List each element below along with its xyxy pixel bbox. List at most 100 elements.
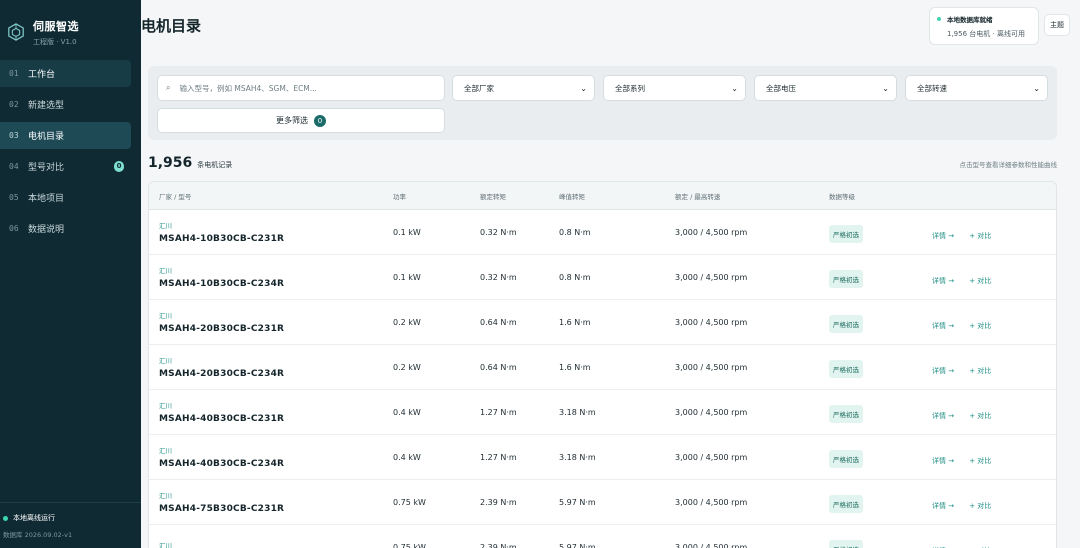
row-detail-link[interactable]: 详情 →	[932, 277, 954, 285]
row-power: 0.1 kW	[393, 272, 421, 282]
result-count: 1,956	[148, 155, 193, 171]
row-maker: 汇川	[159, 402, 172, 410]
row-model-link[interactable]: MSAH4-10B30CB-C231R	[159, 234, 393, 244]
row-detail-link[interactable]: 详情 →	[932, 502, 954, 510]
col-header-speed: 额定 / 最高转速	[675, 192, 721, 201]
row-peak-torque: 0.8 N·m	[559, 272, 591, 282]
maker-select[interactable]: 全部厂家 ⌄	[452, 75, 595, 101]
sidebar-item-local-projects[interactable]: 05 本地项目	[0, 184, 131, 211]
table-row[interactable]: 汇川 MSAH4-40B30CB-C231R 0.4 kW 1.27 N·m 3…	[149, 390, 1056, 435]
result-summary: 1,956 条电机记录 点击型号查看详细参数和性能曲线	[148, 155, 1057, 171]
row-speed: 3,000 / 4,500 rpm	[675, 362, 748, 372]
row-grade-badge: 严格初选	[829, 269, 863, 288]
row-detail-link[interactable]: 详情 →	[932, 322, 954, 330]
result-hint: 点击型号查看详细参数和性能曲线	[959, 161, 1058, 169]
row-speed: 3,000 / 4,500 rpm	[675, 227, 748, 237]
sidebar-item-workbench[interactable]: 01 工作台	[0, 60, 131, 87]
row-compare-link[interactable]: + 对比	[969, 457, 991, 465]
row-maker: 汇川	[159, 312, 172, 320]
row-detail-link[interactable]: 详情 →	[932, 457, 954, 465]
row-detail-link[interactable]: 详情 →	[932, 232, 954, 240]
sidebar-item-motor-catalog[interactable]: 03 电机目录	[0, 122, 131, 149]
row-maker: 汇川	[159, 542, 172, 548]
main-content: 电机目录 本地数据库就绪 1,956 台电机 · 离线可用 主题 ⌕ 全部厂家 …	[141, 0, 1080, 548]
row-model-link[interactable]: MSAH4-10B30CB-C234R	[159, 279, 393, 289]
brand-subtitle: 工程版 · V1.0	[33, 37, 77, 46]
col-header-grade: 数据等级	[829, 192, 855, 201]
offline-status: 本地离线运行	[3, 513, 141, 523]
row-peak-torque: 0.8 N·m	[559, 227, 591, 237]
status-dot-icon	[937, 17, 941, 21]
row-model-link[interactable]: MSAH4-40B30CB-C234R	[159, 459, 393, 469]
more-filters-button[interactable]: 更多筛选 0	[157, 108, 445, 133]
row-power: 0.75 kW	[393, 542, 426, 548]
col-header-rated-torque: 额定转矩	[480, 192, 506, 201]
table-row[interactable]: 汇川 MSAH4-20B30CB-C234R 0.2 kW 0.64 N·m 1…	[149, 345, 1056, 390]
row-rated-torque: 0.32 N·m	[480, 272, 517, 282]
sidebar-nav: 01 工作台 02 新建选型 03 电机目录 04 型号对比 0 05 本地项目…	[0, 60, 141, 242]
row-speed: 3,000 / 4,500 rpm	[675, 497, 748, 507]
chevron-down-icon: ⌄	[882, 83, 889, 93]
row-peak-torque: 3.18 N·m	[559, 407, 596, 417]
sidebar: 伺服智选 工程版 · V1.0 01 工作台 02 新建选型 03 电机目录 0…	[0, 0, 141, 548]
row-detail-link[interactable]: 详情 →	[932, 412, 954, 420]
nav-label: 型号对比	[28, 163, 65, 173]
row-speed: 3,000 / 4,500 rpm	[675, 272, 748, 282]
db-status-title: 本地数据库就绪	[947, 16, 993, 24]
row-maker: 汇川	[159, 357, 172, 365]
row-grade-badge: 严格初选	[829, 494, 863, 513]
row-model-link[interactable]: MSAH4-75B30CB-C231R	[159, 504, 393, 514]
chevron-down-icon: ⌄	[580, 83, 587, 93]
row-grade-badge: 严格初选	[829, 404, 863, 423]
col-header-peak-torque: 峰值转矩	[559, 192, 585, 201]
row-detail-link[interactable]: 详情 →	[932, 367, 954, 375]
sidebar-item-data-notes[interactable]: 06 数据说明	[0, 215, 131, 242]
row-compare-link[interactable]: + 对比	[969, 412, 991, 420]
row-compare-link[interactable]: + 对比	[969, 322, 991, 330]
row-peak-torque: 5.97 N·m	[559, 497, 596, 507]
chevron-down-icon: ⌄	[1033, 83, 1040, 93]
series-select[interactable]: 全部系列 ⌄	[603, 75, 746, 101]
row-compare-link[interactable]: + 对比	[969, 502, 991, 510]
voltage-select-value: 全部电压	[766, 83, 796, 93]
row-maker: 汇川	[159, 267, 172, 275]
row-power: 0.1 kW	[393, 227, 421, 237]
nav-number: 02	[9, 100, 19, 109]
db-status-card: 本地数据库就绪 1,956 台电机 · 离线可用	[929, 7, 1039, 45]
sidebar-item-model-compare[interactable]: 04 型号对比 0	[0, 153, 131, 180]
row-speed: 3,000 / 4,500 rpm	[675, 542, 748, 548]
table-row[interactable]: 汇川 MSAH4-75B30CB-C231R 0.75 kW 2.39 N·m …	[149, 480, 1056, 525]
row-power: 0.2 kW	[393, 362, 421, 372]
speed-select[interactable]: 全部转速 ⌄	[905, 75, 1048, 101]
status-dot-icon	[3, 515, 8, 521]
row-peak-torque: 5.97 N·m	[559, 542, 596, 548]
result-unit: 条电机记录	[197, 161, 233, 169]
table-row[interactable]: 汇川 0.75 kW 2.39 N·m 5.97 N·m 3,000 / 4,5…	[149, 525, 1056, 548]
row-rated-torque: 2.39 N·m	[480, 497, 517, 507]
maker-select-value: 全部厂家	[464, 83, 494, 93]
series-select-value: 全部系列	[615, 83, 645, 93]
row-power: 0.4 kW	[393, 452, 421, 462]
table-row[interactable]: 汇川 MSAH4-20B30CB-C231R 0.2 kW 0.64 N·m 1…	[149, 300, 1056, 345]
row-model-link[interactable]: MSAH4-40B30CB-C231R	[159, 414, 393, 424]
theme-button[interactable]: 主题	[1044, 14, 1070, 36]
table-row[interactable]: 汇川 MSAH4-10B30CB-C234R 0.1 kW 0.32 N·m 0…	[149, 255, 1056, 300]
row-grade-badge: 严格初选	[829, 449, 863, 468]
search-box[interactable]: ⌕	[157, 75, 445, 101]
row-compare-link[interactable]: + 对比	[969, 232, 991, 240]
row-rated-torque: 0.64 N·m	[480, 362, 517, 372]
row-compare-link[interactable]: + 对比	[969, 277, 991, 285]
table-row[interactable]: 汇川 MSAH4-10B30CB-C231R 0.1 kW 0.32 N·m 0…	[149, 210, 1056, 255]
voltage-select[interactable]: 全部电压 ⌄	[754, 75, 897, 101]
row-speed: 3,000 / 4,500 rpm	[675, 452, 748, 462]
sidebar-item-new-selection[interactable]: 02 新建选型	[0, 91, 131, 118]
row-rated-torque: 1.27 N·m	[480, 452, 517, 462]
row-compare-link[interactable]: + 对比	[969, 367, 991, 375]
motor-table: 厂家 / 型号 功率 额定转矩 峰值转矩 额定 / 最高转速 数据等级 汇川 M…	[148, 181, 1057, 548]
row-grade-badge: 严格初选	[829, 224, 863, 243]
table-row[interactable]: 汇川 MSAH4-40B30CB-C234R 0.4 kW 1.27 N·m 3…	[149, 435, 1056, 480]
row-maker: 汇川	[159, 492, 172, 500]
search-input[interactable]	[179, 83, 430, 93]
row-model-link[interactable]: MSAH4-20B30CB-C234R	[159, 369, 393, 379]
row-model-link[interactable]: MSAH4-20B30CB-C231R	[159, 324, 393, 334]
